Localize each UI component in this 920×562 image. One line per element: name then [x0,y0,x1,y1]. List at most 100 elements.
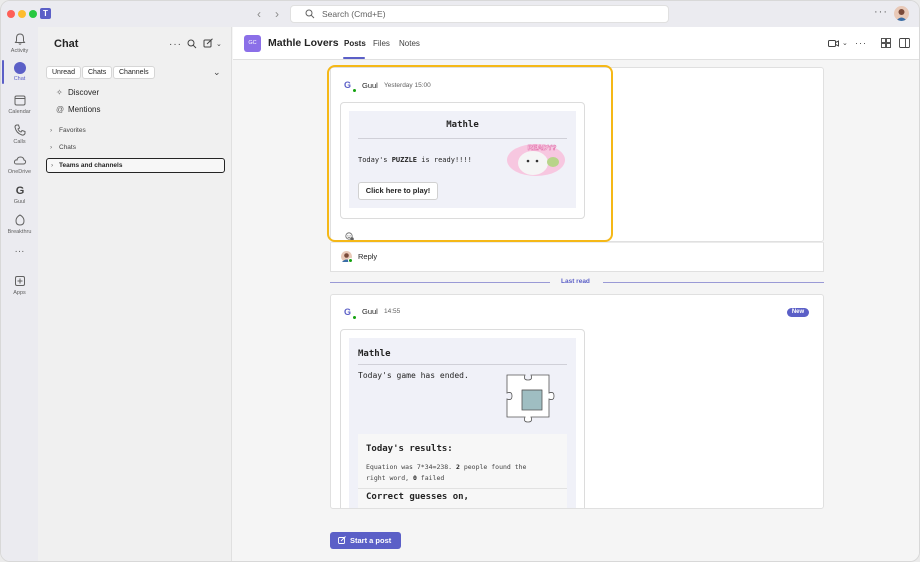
rail-item-activity[interactable]: Activity [1,32,38,54]
guul-app-icon: G [15,185,24,197]
mentions-item[interactable]: @ Mentions [56,103,100,117]
chat-more-icon[interactable]: ··· [169,39,182,50]
search-icon [305,9,315,19]
reply-label: Reply [358,252,378,261]
rail-item-calls[interactable]: Calls [1,123,38,145]
equation-pre: Equation was 7*34=238. [366,463,457,471]
puzzle-pieces-image [506,374,555,423]
rail-more-apps[interactable]: ··· [1,246,38,257]
svg-text:G: G [15,185,24,197]
channel-title: Mathle Lovers [268,37,339,49]
at-mention-icon: @ [56,105,65,114]
teams-and-channels-label: Teams and channels [59,162,123,169]
side-panel-icon[interactable] [899,38,910,48]
discover-label: Discover [68,88,100,97]
cloud-icon [13,156,26,165]
rail-label: OneDrive [7,169,32,175]
rail-item-breakthru[interactable]: Breakthru [1,213,38,235]
post-sender: Guul [362,307,378,316]
rail-label: Apps [13,290,26,296]
chevron-right-icon: › [51,162,54,169]
filter-chats[interactable]: Chats [82,66,113,79]
rail-item-onedrive[interactable]: OneDrive [1,153,38,175]
last-read-line-left [330,282,550,283]
results-divider [358,488,567,489]
minimize-window-button[interactable] [18,10,26,18]
chat-panel: Chat ··· ⌄ Unread Chats Channels ⌄ ✧ Disc… [38,27,232,561]
reply-bar[interactable]: Reply [330,242,824,272]
search-input[interactable]: Search (Cmd+E) [290,5,669,23]
chevron-right-icon: › [50,127,53,134]
channel-header: GC Mathle Lovers Posts Files Notes ⌄ ··· [233,27,919,60]
equation-line2-post: failed [416,474,445,482]
chats-label: Chats [59,144,76,151]
card-title: Mathle [358,349,391,359]
title-bar: T ‹ › Search (Cmd+E) ··· [1,1,919,27]
discover-item[interactable]: ✧ Discover [56,86,99,100]
rail-item-apps[interactable]: Apps [1,274,38,296]
video-call-icon[interactable] [828,39,839,48]
close-window-button[interactable] [7,10,15,18]
last-read-line-right [603,282,824,283]
highlight-frame [327,65,613,242]
new-badge: New [787,308,809,317]
correct-guesses-title: Correct guesses on, [366,492,469,502]
online-status-icon [352,315,357,320]
phone-icon [13,124,25,136]
tab-posts[interactable]: Posts [344,39,366,48]
equation-mid: people found the [459,463,527,471]
active-tab-indicator [343,57,365,59]
rail-item-calendar[interactable]: Calendar [1,93,38,115]
favorites-section[interactable]: › Favorites [50,127,86,134]
tab-notes[interactable]: Notes [399,39,420,48]
filter-unread[interactable]: Unread [46,66,81,79]
user-avatar-icon [896,9,907,21]
more-options-icon[interactable]: ··· [874,6,888,18]
rail-item-guul[interactable]: G Guul [1,183,38,205]
more-icon: ··· [14,246,25,257]
rail-label: Chat [13,76,26,82]
sparkle-icon: ✧ [56,88,63,97]
user-avatar[interactable] [894,6,909,21]
filter-channels[interactable]: Channels [113,66,155,79]
results-title: Today's results: [366,444,453,454]
compose-chevron-down-icon[interactable]: ⌄ [216,40,222,48]
online-status-icon [348,258,353,263]
favorites-label: Favorites [59,127,86,134]
header-more-icon[interactable]: ··· [855,38,867,48]
chats-section[interactable]: › Chats [50,144,76,151]
post-time: 14:55 [384,308,401,315]
apps-icon [14,276,25,286]
video-chevron-down-icon[interactable]: ⌄ [842,39,848,47]
game-ended-text: Today's game has ended. [358,371,469,380]
tab-files[interactable]: Files [373,39,390,48]
mathle-results-body: Mathle Today's game has ended. Today's r… [349,338,576,508]
rail-label: Breakthru [7,229,32,235]
chevron-right-icon: › [50,144,53,151]
teams-and-channels-section[interactable]: › Teams and channels [46,158,225,173]
zoom-window-button[interactable] [29,10,37,18]
start-post-button[interactable]: Start a post [330,532,401,549]
add-tab-icon[interactable] [881,38,891,48]
rail-item-chat[interactable]: Chat [1,62,38,82]
back-arrow-icon[interactable]: ‹ [257,7,261,21]
results-box: Today's results: Equation was 7*34=238. … [358,434,567,508]
post-card: G Guul 14:55 New Mathle Today's game has… [330,294,824,509]
chat-search-icon[interactable] [187,39,197,49]
last-read-label: Last read [561,278,590,285]
rail-label: Calls [13,139,26,145]
equation-line2-pre: right word, [366,474,413,482]
compose-chat-icon[interactable] [203,38,214,49]
chat-icon [13,62,26,74]
bell-icon [14,33,25,45]
compose-icon [338,536,346,544]
forward-arrow-icon[interactable]: › [275,7,279,21]
search-placeholder: Search (Cmd+E) [322,9,386,19]
teams-logo-icon: T [40,8,51,19]
mathle-results-card: Mathle Today's game has ended. Today's r… [340,329,585,508]
filters-chevron-down-icon[interactable]: ⌄ [213,67,221,78]
start-post-label: Start a post [350,536,392,545]
teams-window: T ‹ › Search (Cmd+E) ··· Activity Chat C… [0,0,920,562]
equation-text: Equation was 7*34=238. 2 people found th… [366,462,526,484]
rail-label: Calendar [8,109,31,115]
